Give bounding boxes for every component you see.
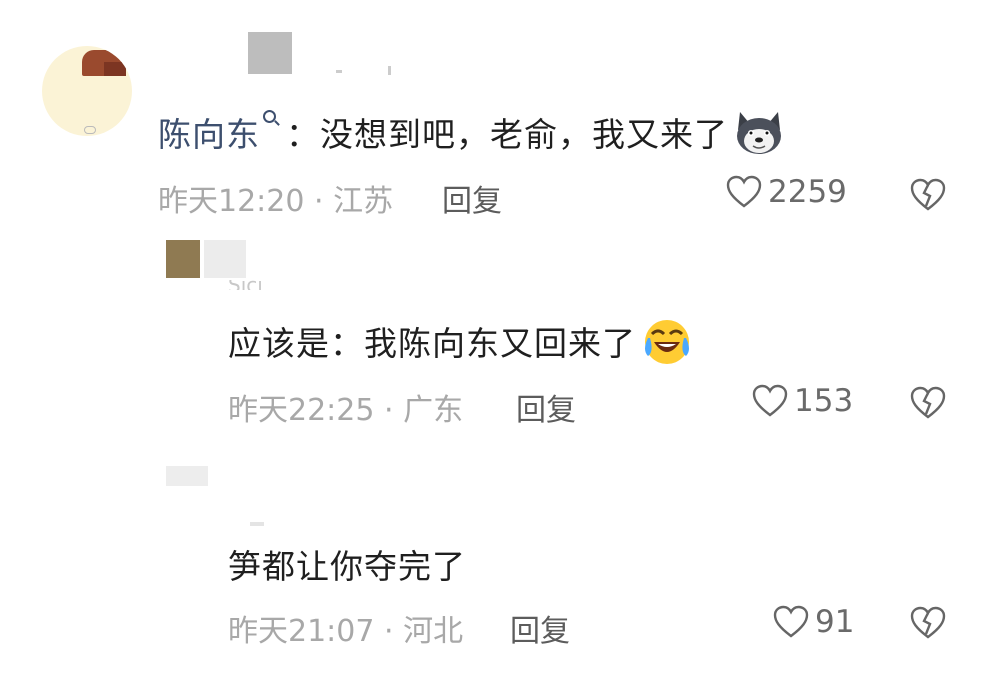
dislike-button[interactable] <box>910 178 946 216</box>
search-icon <box>263 109 276 123</box>
comment-time: 昨天12:20 <box>158 184 305 219</box>
comment-meta-1: 昨天12:20 · 江苏 <box>158 176 393 220</box>
comment-text: ：没想到吧，老俞，我又来了 <box>286 115 728 154</box>
reply-button[interactable]: 回复 <box>510 606 570 650</box>
blur-speck <box>388 66 391 75</box>
comment-text: 笋都让你夺完了 <box>228 547 466 586</box>
comment-username[interactable]: 陈向东 <box>158 108 260 156</box>
husky-dog-emoji <box>734 108 784 156</box>
comment-time: 昨天21:07 <box>228 614 375 649</box>
like-button[interactable]: 91 <box>773 604 854 640</box>
user-avatar[interactable] <box>42 46 132 136</box>
like-button[interactable]: 153 <box>752 383 853 419</box>
blur-speck <box>336 70 342 73</box>
comment-location: 江苏 <box>333 184 394 219</box>
meta-separator: · <box>374 614 404 649</box>
comment-time: 昨天22:25 <box>228 393 375 428</box>
avatar-collar <box>84 126 96 134</box>
dislike-button[interactable] <box>910 386 946 424</box>
like-count: 91 <box>815 604 855 640</box>
comment-meta-3: 昨天21:07 · 河北 <box>228 606 463 650</box>
blurred-username-area <box>204 240 246 278</box>
meta-separator: · <box>374 393 404 428</box>
like-button[interactable]: 2259 <box>726 174 847 210</box>
dislike-button[interactable] <box>910 606 946 644</box>
avatar-hair-shade <box>104 62 126 76</box>
broken-heart-icon <box>910 178 946 211</box>
reply-username[interactable]: Sici <box>228 280 263 290</box>
broken-heart-icon <box>910 606 946 639</box>
reply-button[interactable]: 回复 <box>516 385 576 429</box>
comment-text: 应该是：我陈向东又回来了 <box>228 324 636 363</box>
blurred-username-area <box>248 32 292 74</box>
reply-avatar[interactable] <box>166 240 200 278</box>
laughing-crying-emoji <box>640 316 692 366</box>
reply-button[interactable]: 回复 <box>442 176 502 220</box>
comment-meta-2: 昨天22:25 · 广东 <box>228 385 463 429</box>
heart-icon <box>726 175 762 208</box>
like-count: 2259 <box>768 174 847 210</box>
heart-icon <box>752 384 788 417</box>
blurred-username-area <box>250 522 264 526</box>
like-count: 153 <box>794 383 854 419</box>
comment-row-2: 应该是：我陈向东又回来了 <box>228 316 692 366</box>
reply-avatar[interactable] <box>166 466 208 486</box>
heart-icon <box>773 605 809 638</box>
comment-row-1: 陈向东 ：没想到吧，老俞，我又来了 <box>158 108 784 156</box>
meta-separator: · <box>304 184 334 219</box>
comment-location: 河北 <box>403 614 464 649</box>
comment-location: 广东 <box>403 393 464 428</box>
broken-heart-icon <box>910 386 946 419</box>
